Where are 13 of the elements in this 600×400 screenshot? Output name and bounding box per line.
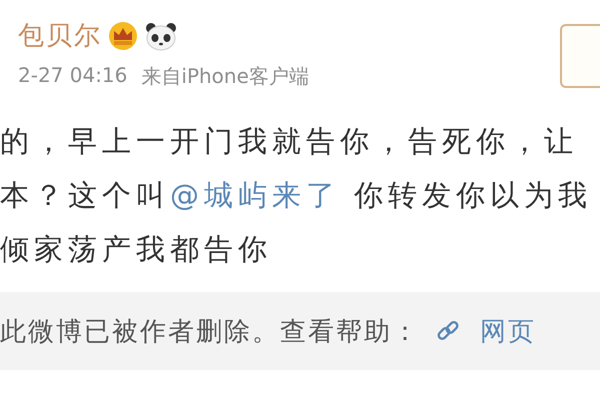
link-icon	[436, 319, 460, 343]
crown-icon	[106, 20, 140, 50]
follow-button[interactable]	[560, 24, 600, 88]
post-text: 本？这个叫@城屿来了 你转发你以为我	[0, 178, 594, 212]
post-time: 2-27 04:16	[18, 63, 128, 89]
author-name[interactable]: 包贝尔	[18, 18, 102, 53]
post-text: 的，早上一开门我就告你，告死你，让	[0, 124, 579, 158]
post-source: 来自iPhone客户端	[141, 63, 309, 90]
mention-link[interactable]: @城屿来了	[170, 178, 340, 212]
post-text: 倾家荡产我都告你	[0, 232, 273, 266]
panda-icon	[144, 20, 178, 50]
help-link[interactable]: 网页	[480, 314, 536, 348]
deleted-notice-text: 此微博已被作者删除。查看帮助：	[0, 316, 420, 348]
